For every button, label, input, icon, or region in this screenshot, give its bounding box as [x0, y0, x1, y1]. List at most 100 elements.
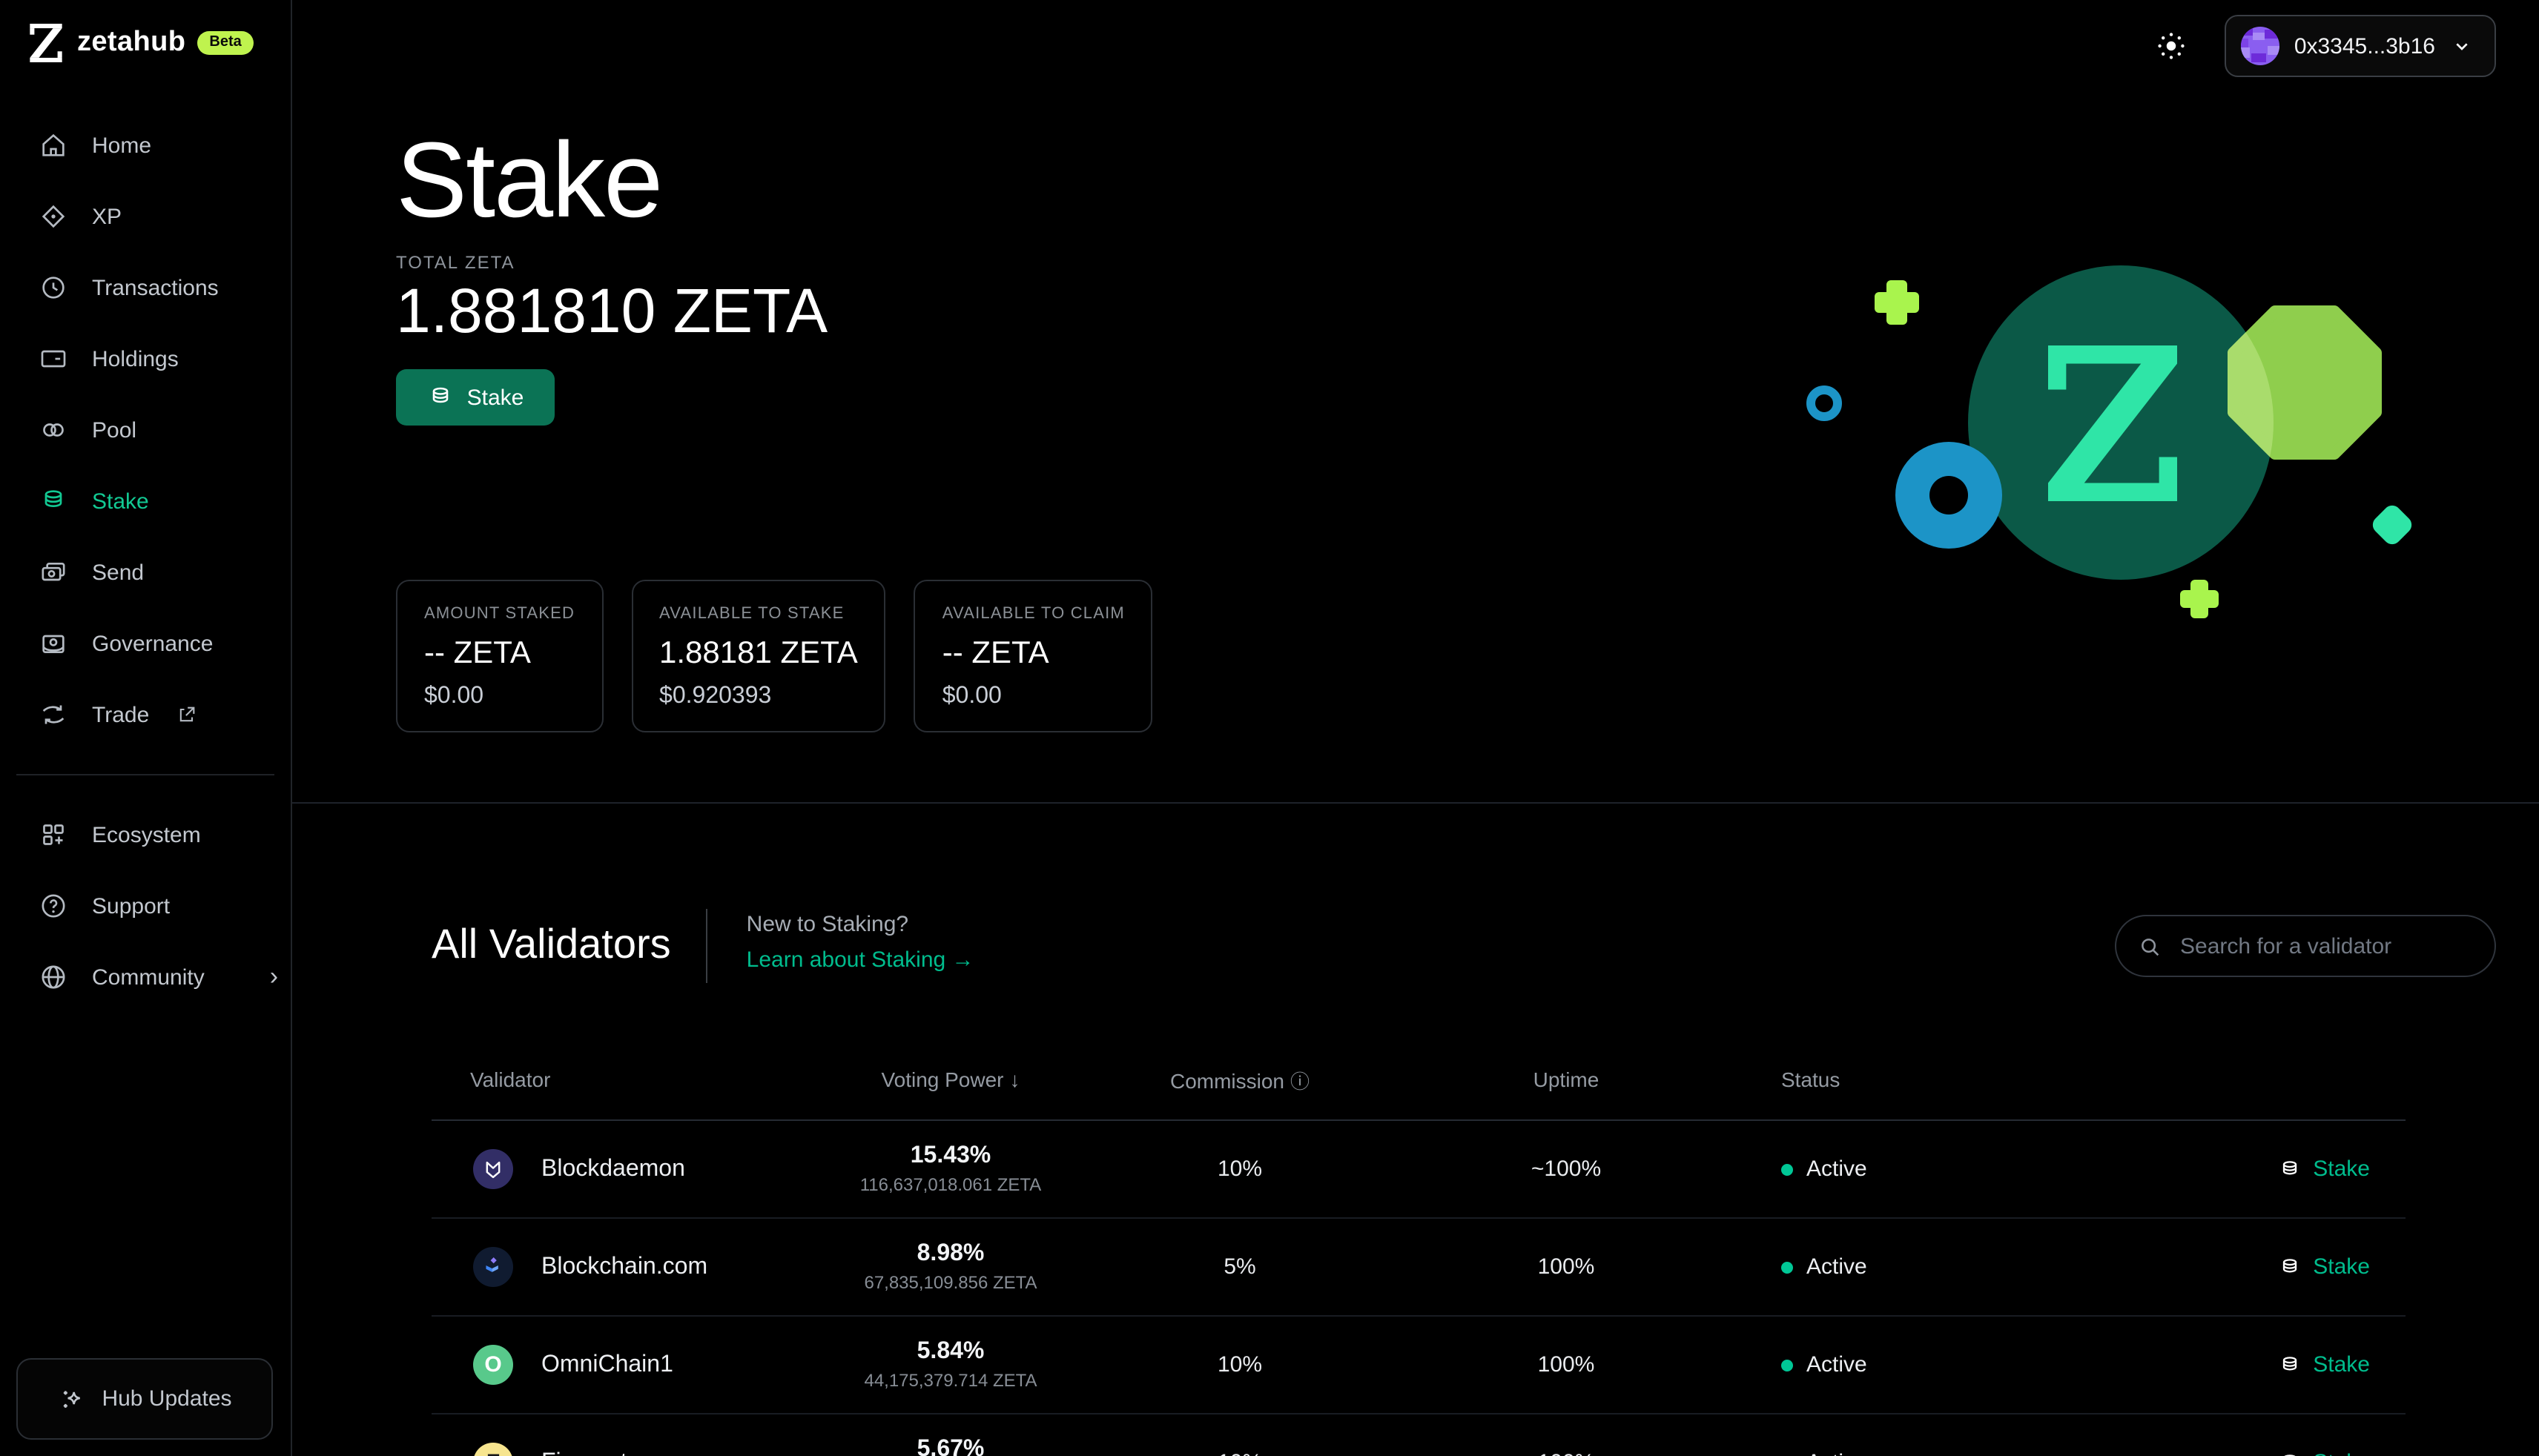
- coin-stack-icon: [2277, 1157, 2301, 1181]
- uptime-cell: 100%: [1381, 1352, 1751, 1377]
- sidebar-item-transactions[interactable]: Transactions: [0, 252, 291, 323]
- brand-logo[interactable]: zetahub Beta: [0, 0, 291, 62]
- coin-stack-icon: [427, 384, 454, 411]
- voting-power-percent: 5.84%: [802, 1339, 1099, 1366]
- coin-stack-icon: [2277, 1255, 2301, 1279]
- sidebar: zetahub Beta Home XP Transactions Holdin…: [0, 0, 292, 1456]
- uptime-cell: 100%: [1381, 1450, 1751, 1456]
- card-available-to-claim: AVAILABLE TO CLAIM -- ZETA $0.00: [914, 580, 1153, 732]
- validator-name: Blockchain.com: [541, 1254, 707, 1280]
- card-value: -- ZETA: [942, 636, 1125, 672]
- uptime-cell: 100%: [1381, 1254, 1751, 1280]
- xp-diamond-icon: [39, 202, 68, 231]
- sidebar-item-label: Stake: [92, 489, 149, 514]
- stake-action-link[interactable]: Stake: [2107, 1156, 2406, 1182]
- stake-action-label: Stake: [2313, 1254, 2370, 1280]
- card-usd: $0.920393: [659, 684, 858, 710]
- validator-cell: O OmniChain1: [432, 1345, 802, 1385]
- validator-name: OmniChain1: [541, 1351, 673, 1378]
- voting-power-cell: 15.43% 116,637,018.061 ZETA: [802, 1143, 1099, 1195]
- validator-name: Figment: [541, 1449, 627, 1456]
- blockchain-com-logo-icon: [482, 1256, 504, 1278]
- sidebar-item-send[interactable]: Send: [0, 537, 291, 608]
- stake-action-label: Stake: [2313, 1450, 2370, 1456]
- blockdaemon-logo-icon: [482, 1158, 504, 1180]
- status-badge: Active: [1806, 1254, 1867, 1280]
- stake-action-label: Stake: [2313, 1352, 2370, 1377]
- sidebar-item-label: Community: [92, 964, 205, 990]
- validator-cell: Blockchain.com: [432, 1247, 802, 1287]
- voting-power-zeta: 44,175,379.714 ZETA: [802, 1370, 1099, 1391]
- sidebar-item-support[interactable]: Support: [0, 870, 291, 942]
- commission-cell: 10%: [1099, 1156, 1381, 1182]
- card-usd: $0.00: [424, 684, 575, 710]
- stake-button[interactable]: Stake: [396, 369, 555, 426]
- card-label: AMOUNT STAKED: [424, 605, 575, 623]
- info-icon[interactable]: ⓘ: [1290, 1070, 1310, 1092]
- voting-power-percent: 15.43%: [802, 1143, 1099, 1170]
- app: zetahub Beta Home XP Transactions Holdin…: [0, 0, 2539, 1456]
- sidebar-item-community[interactable]: Community ›: [0, 942, 291, 1013]
- voting-power-cell: 5.84% 44,175,379.714 ZETA: [802, 1339, 1099, 1391]
- section-divider: [292, 802, 2539, 804]
- learn-about-staking-link[interactable]: Learn about Staking →: [747, 947, 974, 973]
- validator-search: [2115, 915, 2496, 977]
- column-validator: Validator: [432, 1068, 802, 1091]
- validators-title: All Validators: [432, 921, 671, 968]
- status-cell: Active: [1751, 1352, 2107, 1377]
- stake-action-link[interactable]: Stake: [2107, 1450, 2406, 1456]
- validator-avatar: [473, 1247, 513, 1287]
- sidebar-item-home[interactable]: Home: [0, 110, 291, 181]
- status-cell: Active: [1751, 1156, 2107, 1182]
- main-content: Stake TOTAL ZETA 1.881810 ZETA Stake AMO…: [292, 0, 2539, 1456]
- sidebar-item-trade[interactable]: Trade: [0, 679, 291, 750]
- sidebar-item-holdings[interactable]: Holdings: [0, 323, 291, 394]
- column-voting-power[interactable]: Voting Power↓: [802, 1068, 1099, 1091]
- stake-action-link[interactable]: Stake: [2107, 1352, 2406, 1377]
- chevron-down-icon: [2450, 34, 2474, 58]
- beta-badge: Beta: [197, 31, 253, 55]
- sidebar-item-governance[interactable]: Governance: [0, 608, 291, 679]
- card-amount-staked: AMOUNT STAKED -- ZETA $0.00: [396, 580, 603, 732]
- validator-cell: F Figment: [432, 1443, 802, 1456]
- theme-toggle-button[interactable]: [2145, 16, 2198, 76]
- sidebar-item-label: Trade: [92, 702, 149, 727]
- status-cell: Active: [1751, 1450, 2107, 1456]
- stake-action-label: Stake: [2313, 1156, 2370, 1182]
- wallet-button[interactable]: 0x3345...3b16: [2225, 15, 2496, 77]
- status-dot: [1781, 1163, 1793, 1175]
- sidebar-item-stake[interactable]: Stake: [0, 466, 291, 537]
- commission-cell: 5%: [1099, 1254, 1381, 1280]
- sidebar-item-label: Send: [92, 560, 144, 585]
- validators-header: All Validators New to Staking? Learn abo…: [432, 909, 2496, 983]
- sidebar-item-label: Holdings: [92, 346, 179, 371]
- stake-button-label: Stake: [467, 385, 524, 410]
- vertical-divider: [707, 909, 708, 983]
- validator-avatar: F: [473, 1443, 513, 1456]
- sidebar-item-label: Transactions: [92, 275, 219, 300]
- status-badge: Active: [1806, 1352, 1867, 1377]
- sidebar-nav: Home XP Transactions Holdings Pool Stake: [0, 110, 291, 1013]
- search-input[interactable]: [2177, 932, 2474, 960]
- sidebar-item-xp[interactable]: XP: [0, 181, 291, 252]
- sidebar-item-label: Support: [92, 893, 170, 919]
- hub-updates-button[interactable]: Hub Updates: [16, 1358, 273, 1440]
- card-usd: $0.00: [942, 684, 1125, 710]
- validators-table: Validator Voting Power↓ Commissionⓘ Upti…: [432, 1057, 2406, 1456]
- commission-cell: 10%: [1099, 1352, 1381, 1377]
- status-dot: [1781, 1261, 1793, 1273]
- column-uptime: Uptime: [1381, 1068, 1751, 1091]
- external-link-icon: [176, 704, 197, 725]
- governance-icon: [39, 629, 68, 658]
- stake-action-link[interactable]: Stake: [2107, 1254, 2406, 1280]
- table-row: F Figment 5.67% 42,829,169.869 ZETA 10% …: [432, 1414, 2406, 1456]
- voting-power-cell: 8.98% 67,835,109.856 ZETA: [802, 1241, 1099, 1293]
- card-label: AVAILABLE TO STAKE: [659, 605, 858, 623]
- sidebar-item-pool[interactable]: Pool: [0, 394, 291, 466]
- help-circle-icon: [39, 891, 68, 921]
- card-value: -- ZETA: [424, 636, 575, 672]
- sidebar-divider: [16, 774, 274, 775]
- sidebar-item-ecosystem[interactable]: Ecosystem: [0, 799, 291, 870]
- brand-name: zetahub: [77, 27, 185, 59]
- page-title: Stake: [396, 128, 2496, 234]
